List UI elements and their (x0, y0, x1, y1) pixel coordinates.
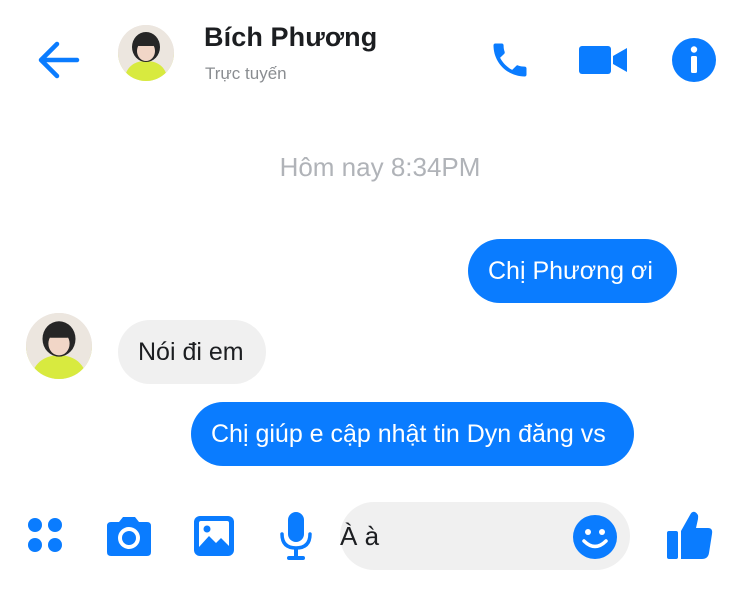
image-icon (194, 516, 234, 556)
info-icon (672, 38, 716, 82)
incoming-message[interactable]: Nói đi em (118, 320, 266, 384)
message-text: Chị giúp e cập nhật tin Dyn đăng vs (211, 419, 606, 448)
like-button[interactable] (662, 506, 718, 564)
gallery-button[interactable] (188, 510, 240, 562)
outgoing-message[interactable]: Chị Phương ơi (468, 239, 677, 303)
back-button[interactable] (30, 34, 86, 86)
conversation-timestamp: Hôm nay 8:34PM (279, 152, 481, 182)
camera-icon (107, 517, 151, 556)
emoji-button[interactable] (570, 512, 620, 562)
camera-button[interactable] (101, 512, 157, 560)
call-button[interactable] (484, 34, 536, 86)
message-text: Nói đi em (138, 337, 244, 366)
video-camera-icon (579, 46, 627, 74)
avatar-photo (26, 313, 92, 379)
outgoing-message[interactable]: Chị giúp e cập nhật tin Dyn đăng vs (191, 402, 634, 466)
contact-name[interactable]: Bích Phương (204, 22, 377, 53)
sender-avatar (26, 313, 92, 379)
back-arrow-icon (38, 41, 80, 79)
microphone-icon (280, 512, 312, 560)
smiley-icon (573, 515, 617, 559)
phone-icon (493, 43, 527, 77)
four-dots-icon (28, 518, 62, 552)
online-status: Trực tuyến (205, 64, 287, 83)
info-button[interactable] (668, 34, 720, 86)
contact-avatar[interactable] (118, 25, 174, 81)
more-actions-button[interactable] (22, 512, 68, 558)
message-text: Chị Phương ơi (488, 256, 653, 285)
message-input[interactable] (340, 502, 560, 570)
avatar-photo (118, 25, 174, 81)
voice-record-button[interactable] (274, 508, 318, 564)
thumbs-up-icon (667, 511, 713, 559)
video-call-button[interactable] (574, 36, 632, 84)
